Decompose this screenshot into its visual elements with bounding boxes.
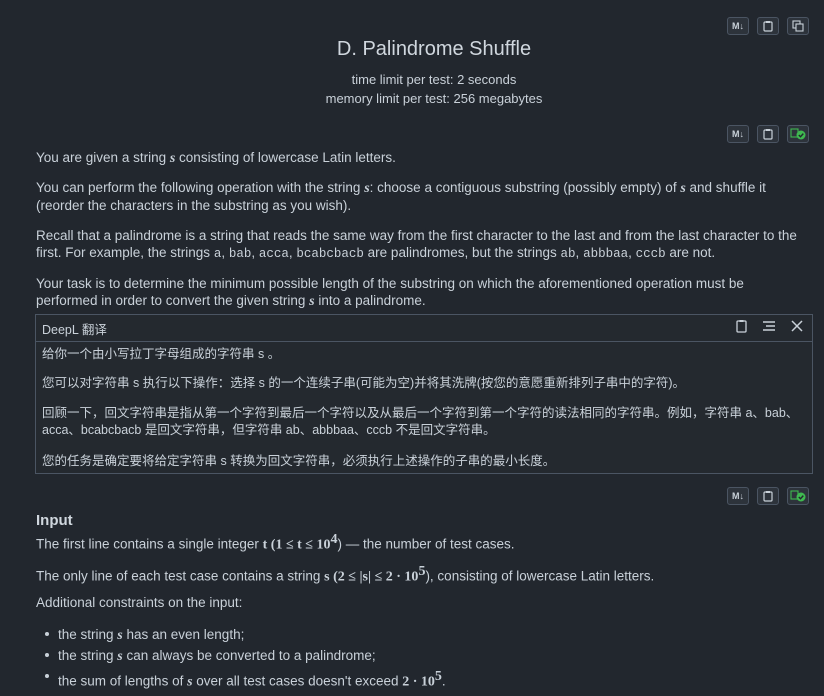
deepl-panel: DeepL 翻译 给你一个由小写拉丁字母组成的字符串 s 。 您可以对字符串 s…: [35, 314, 813, 474]
input-heading: Input: [36, 512, 73, 529]
header-toolbar: M↓: [727, 17, 809, 35]
menu-icon[interactable]: [762, 319, 776, 333]
clipboard-icon: [763, 491, 773, 502]
translate-check-icon: [790, 128, 806, 140]
statement-p2: You can perform the following operation …: [36, 180, 766, 213]
clipboard-icon[interactable]: [735, 319, 748, 333]
constraints-list: the string s has an even length; the str…: [36, 625, 808, 693]
input-line-1: The first line contains a single integer…: [36, 532, 515, 553]
translate-button[interactable]: [787, 487, 809, 505]
copy-button[interactable]: [757, 487, 779, 505]
deepl-tools: [735, 319, 804, 333]
statement-toolbar: M↓: [727, 125, 809, 143]
close-icon[interactable]: [790, 319, 804, 333]
list-item: the string s can always be converted to …: [36, 646, 808, 667]
statement-p3: Recall that a palindrome is a string tha…: [36, 228, 797, 261]
copy-button[interactable]: [757, 125, 779, 143]
translation-p2: 您可以对字符串 s 执行以下操作：选择 s 的一个连续子串(可能为空)并将其洗牌…: [42, 376, 686, 390]
statement-p1: You are given a string s consisting of l…: [36, 150, 396, 166]
statement-p4: Your task is to determine the minimum po…: [36, 276, 744, 309]
time-limit: time limit per test: 2 seconds: [351, 72, 517, 87]
markdown-button[interactable]: M↓: [727, 125, 749, 143]
translate-check-icon: [790, 490, 806, 502]
deepl-header: DeepL 翻译: [36, 315, 812, 342]
markdown-icon: M↓: [732, 129, 744, 139]
clipboard-icon: [763, 129, 773, 140]
list-item: the string s has an even length;: [36, 625, 808, 646]
translation-p1: 给你一个由小写拉丁字母组成的字符串 s 。: [42, 347, 281, 361]
input-line-3: Additional constraints on the input:: [36, 595, 243, 610]
translation-p3: 回顾一下，回文字符串是指从第一个字符到最后一个字符以及从最后一个字符到第一个字符…: [42, 406, 799, 437]
clipboard-icon: [763, 21, 773, 32]
copy-button[interactable]: [757, 17, 779, 35]
limits: time limit per test: 2 seconds memory li…: [0, 70, 824, 108]
markdown-icon: M↓: [732, 21, 744, 31]
markdown-button[interactable]: M↓: [727, 487, 749, 505]
problem-title: D. Palindrome Shuffle: [336, 38, 532, 60]
input-toolbar: M↓: [727, 487, 809, 505]
translation-p4: 您的任务是确定要将给定字符串 s 转换为回文字符串，必须执行上述操作的子串的最小…: [42, 454, 556, 468]
input-line-2: The only line of each test case contains…: [36, 564, 655, 585]
markdown-button[interactable]: M↓: [727, 17, 749, 35]
translate-button[interactable]: [787, 125, 809, 143]
list-item: the sum of lengths of s over all test ca…: [36, 667, 808, 693]
markdown-icon: M↓: [732, 491, 744, 501]
memory-limit: memory limit per test: 256 megabytes: [325, 91, 543, 106]
copy-multiple-icon: [792, 20, 804, 32]
deepl-label: DeepL 翻译: [42, 322, 107, 337]
copy-all-button[interactable]: [787, 17, 809, 35]
